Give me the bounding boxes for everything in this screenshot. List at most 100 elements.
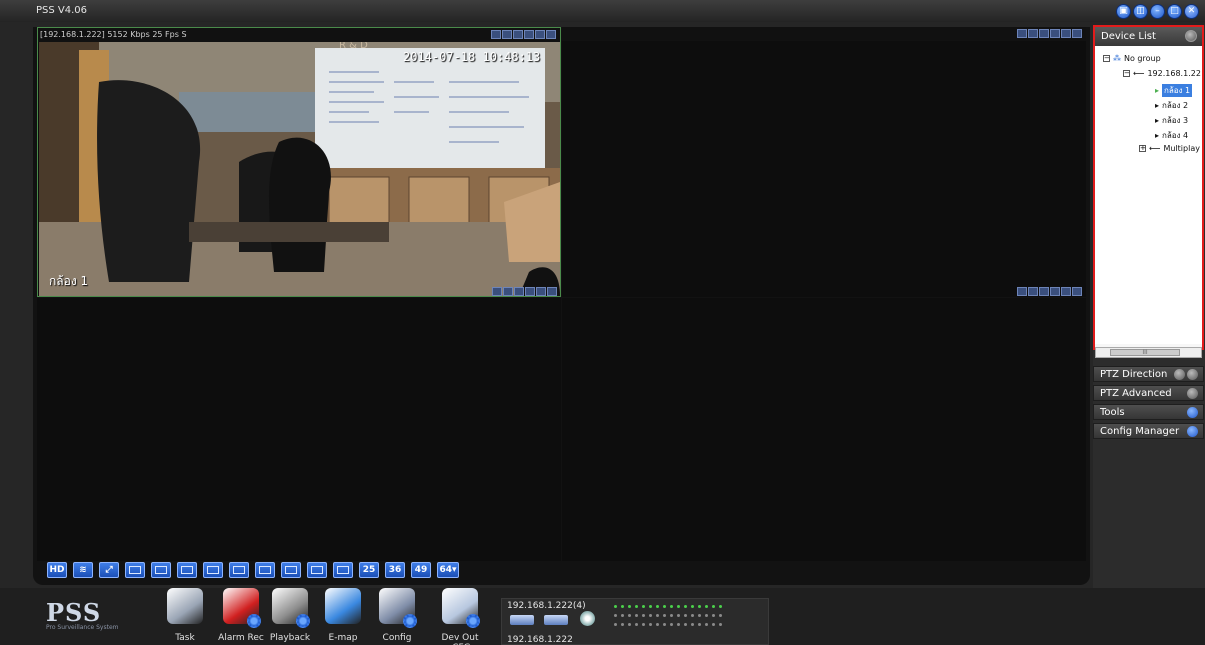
fullscreen-icon[interactable]: ⤢: [99, 562, 119, 578]
stream-info: [192.168.1.222] 5152 Kbps 25 Fps S: [40, 30, 187, 39]
close-icon[interactable]: ✕: [1184, 4, 1199, 19]
snapshot-icon[interactable]: [491, 30, 501, 39]
channel-led: [705, 605, 708, 608]
channel-led: [677, 614, 680, 617]
channel-led: [614, 605, 617, 608]
config-icon[interactable]: [1187, 426, 1198, 437]
config-button[interactable]: Config: [373, 588, 421, 643]
talk-icon[interactable]: [1050, 287, 1060, 296]
layout-20-icon[interactable]: [333, 562, 353, 578]
channel-led: [663, 605, 666, 608]
hd-button[interactable]: HD: [47, 562, 67, 578]
layout-49-button[interactable]: 49: [411, 562, 431, 578]
device-list-header[interactable]: Device List: [1095, 27, 1202, 46]
layout-10-icon[interactable]: [255, 562, 275, 578]
ptz-direction-button[interactable]: PTZ Direction: [1093, 366, 1204, 382]
channel-led: [649, 614, 652, 617]
ptz-advanced-button[interactable]: PTZ Advanced: [1093, 385, 1204, 401]
sequence-icon[interactable]: ≋: [73, 562, 93, 578]
snapshot-icon[interactable]: [1017, 287, 1027, 296]
channel-led: [719, 605, 722, 608]
sound-icon[interactable]: [535, 30, 545, 39]
layout-1-icon[interactable]: [125, 562, 145, 578]
channel-led: [635, 605, 638, 608]
tree-camera-3[interactable]: ▸ กล้อง 3: [1155, 114, 1188, 127]
tree-camera-1[interactable]: ▸ กล้อง 1: [1155, 84, 1193, 97]
sound-icon[interactable]: [1061, 29, 1071, 38]
tree-device[interactable]: − ⟵ 192.168.1.22: [1123, 69, 1201, 78]
dev-out-cfg-button[interactable]: Dev Out .CFG: [430, 588, 490, 645]
talk-icon[interactable]: [525, 287, 535, 296]
tree-group[interactable]: − ⁂ No group: [1103, 54, 1161, 63]
snapshot-icon[interactable]: [492, 287, 502, 296]
record-icon[interactable]: [503, 287, 513, 296]
tree-camera-4[interactable]: ▸ กล้อง 4: [1155, 129, 1188, 142]
tools-button[interactable]: Tools: [1093, 404, 1204, 420]
tree-multiplay[interactable]: + ⟵ Multiplay: [1139, 144, 1200, 153]
layout-36-button[interactable]: 36: [385, 562, 405, 578]
sound-icon[interactable]: [1061, 287, 1071, 296]
camera-scene: R & D: [39, 42, 560, 296]
video-tile-3[interactable]: [37, 287, 561, 561]
svg-text:R & D: R & D: [339, 42, 368, 51]
talk-icon[interactable]: [524, 30, 534, 39]
layout-4-icon[interactable]: [151, 562, 171, 578]
layout-8-icon[interactable]: [203, 562, 223, 578]
record-icon[interactable]: [502, 30, 512, 39]
close-tile-icon[interactable]: [1072, 287, 1082, 296]
channel-led: [712, 605, 715, 608]
tree-horizontal-scrollbar[interactable]: III: [1095, 347, 1202, 358]
collapse-icon[interactable]: −: [1103, 55, 1110, 62]
audio-icon[interactable]: [514, 287, 524, 296]
expand-icon[interactable]: [1187, 369, 1198, 380]
restore-icon[interactable]: ◫: [1133, 4, 1148, 19]
close-tile-icon[interactable]: [1072, 29, 1082, 38]
minimize-icon[interactable]: –: [1150, 4, 1165, 19]
config-manager-button[interactable]: Config Manager: [1093, 423, 1204, 439]
video-tile-4[interactable]: [562, 287, 1086, 561]
e-map-button[interactable]: E-map: [319, 588, 367, 643]
maximize-icon[interactable]: □: [1167, 4, 1182, 19]
record-icon[interactable]: [1028, 287, 1038, 296]
device-icon: ⟵: [1149, 144, 1161, 153]
close-tile-icon[interactable]: [546, 30, 556, 39]
channel-led: [621, 623, 624, 626]
channel-leds-bottom: [614, 623, 722, 626]
snapshot-icon[interactable]: [1017, 29, 1027, 38]
task-button[interactable]: Task: [161, 588, 209, 643]
layout-13-icon[interactable]: [281, 562, 301, 578]
audio-icon[interactable]: [1039, 29, 1049, 38]
tile-toolbar: [492, 287, 557, 296]
layout-16-icon[interactable]: [307, 562, 327, 578]
expand-node-icon[interactable]: +: [1139, 145, 1146, 152]
status-ip: 192.168.1.222: [507, 635, 573, 645]
audio-icon[interactable]: [1039, 287, 1049, 296]
layout-9-icon[interactable]: [229, 562, 249, 578]
layout-25-button[interactable]: 25: [359, 562, 379, 578]
close-tile-icon[interactable]: [547, 287, 557, 296]
channel-leds-mid: [614, 614, 722, 617]
layout-6-icon[interactable]: [177, 562, 197, 578]
channel-led: [656, 623, 659, 626]
playback-button[interactable]: Playback: [266, 588, 314, 643]
video-tile-2[interactable]: [562, 27, 1086, 297]
channel-led: [691, 614, 694, 617]
talk-icon[interactable]: [1050, 29, 1060, 38]
sound-icon[interactable]: [536, 287, 546, 296]
expand-icon[interactable]: [1187, 388, 1198, 399]
alarm-rec-button[interactable]: Alarm Rec: [217, 588, 265, 643]
layout-64-dropdown[interactable]: 64▾: [437, 562, 459, 578]
tools-icon[interactable]: [1187, 407, 1198, 418]
tray-icon[interactable]: ▣: [1116, 4, 1131, 19]
camera-feed: R & D 2014-07-18 10:48:13 กล้อง 1: [39, 42, 560, 296]
scroll-thumb[interactable]: III: [1110, 349, 1180, 356]
collapse-icon[interactable]: −: [1123, 70, 1130, 77]
audio-icon[interactable]: [513, 30, 523, 39]
status-ip-label: 192.168.1.222(4): [507, 601, 586, 611]
tree-camera-2[interactable]: ▸ กล้อง 2: [1155, 99, 1188, 112]
device-list-panel: Device List − ⁂ No group − ⟵ 192.168.1.2…: [1093, 25, 1204, 350]
lock-icon[interactable]: [1174, 369, 1185, 380]
video-tile-1[interactable]: [192.168.1.222] 5152 Kbps 25 Fps S R & D…: [37, 27, 561, 297]
record-icon[interactable]: [1028, 29, 1038, 38]
expand-icon[interactable]: [1185, 30, 1197, 42]
